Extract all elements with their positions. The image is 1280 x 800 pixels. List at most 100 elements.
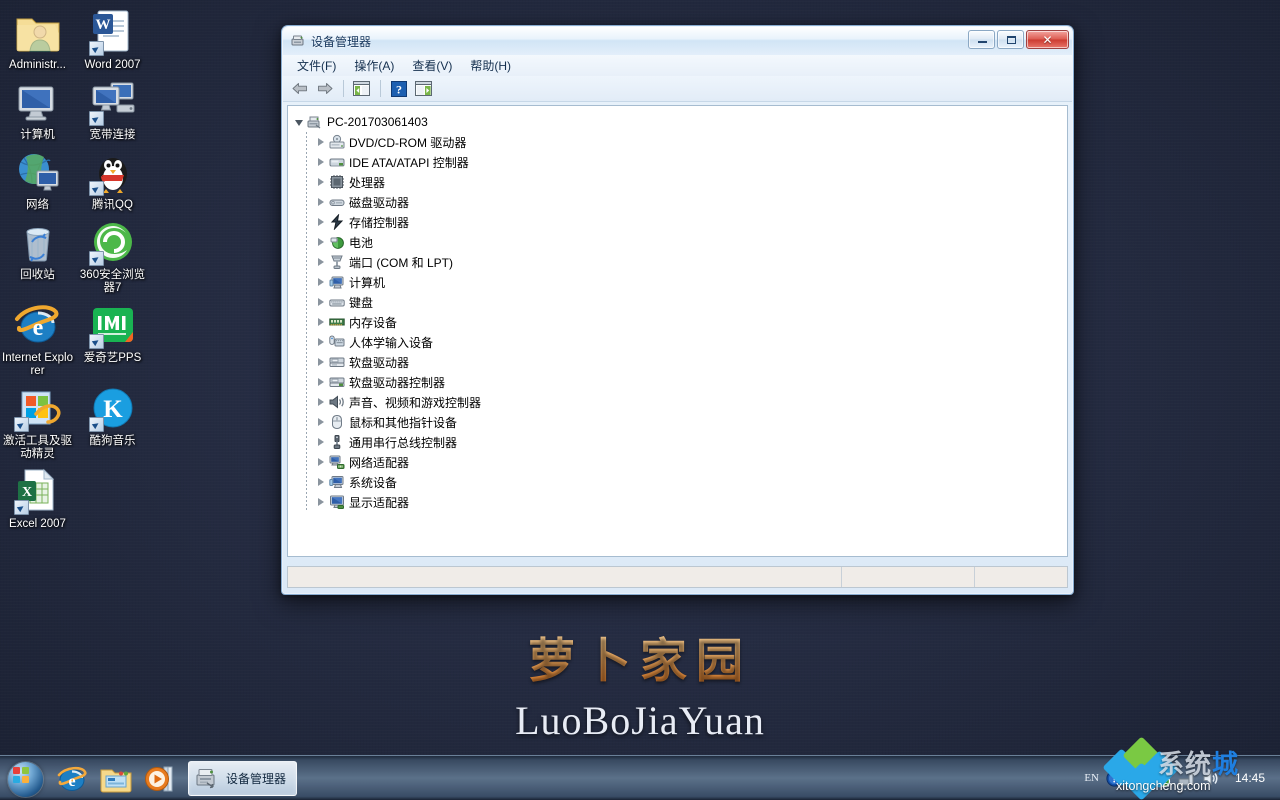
menu-view[interactable]: 查看(V) <box>403 55 461 76</box>
window-titlebar[interactable]: 设备管理器 ✕ <box>283 27 1072 55</box>
device-manager-window[interactable]: 设备管理器 ✕ 文件(F) 操作(A) 查看(V) 帮助(H) ? PC-201… <box>281 25 1074 595</box>
expander-toggle-icon[interactable] <box>316 337 327 348</box>
tree-node[interactable]: 内存设备 <box>294 312 1067 332</box>
desktop-icon-7[interactable]: 回收站 <box>0 214 75 297</box>
volume-tray-icon[interactable] <box>1202 770 1219 787</box>
excel-icon: X <box>13 467 62 515</box>
desktop-icon-10[interactable]: 爱奇艺PPS <box>75 297 150 380</box>
desktop-icon-12[interactable]: K 酷狗音乐 <box>75 380 150 463</box>
device-tree[interactable]: PC-201703061403 DVD/CD-ROM 驱动器 IDE ATA/ATA… <box>288 106 1067 512</box>
desktop-icon-1[interactable]: Administr... <box>0 4 75 74</box>
window-menubar[interactable]: 文件(F) 操作(A) 查看(V) 帮助(H) <box>283 55 1072 76</box>
security-shield-icon[interactable] <box>1154 770 1171 787</box>
network-tray-icon[interactable] <box>1178 770 1195 787</box>
expander-toggle-icon[interactable] <box>316 277 327 288</box>
desktop-icon-5[interactable]: 网络 <box>0 144 75 214</box>
menu-action[interactable]: 操作(A) <box>345 55 403 76</box>
expander-toggle-icon[interactable] <box>316 137 327 148</box>
close-button[interactable]: ✕ <box>1026 30 1069 49</box>
tree-node[interactable]: 存储控制器 <box>294 212 1067 232</box>
menu-help[interactable]: 帮助(H) <box>461 55 520 76</box>
taskbar-ie[interactable]: e <box>50 758 94 799</box>
taskbar-media-player[interactable] <box>138 758 182 799</box>
tree-node[interactable]: 磁盘驱动器 <box>294 192 1067 212</box>
tree-node[interactable]: 人体学输入设备 <box>294 332 1067 352</box>
expander-toggle-icon[interactable] <box>316 397 327 408</box>
tree-node[interactable]: 系统设备 <box>294 472 1067 492</box>
expander-toggle-icon[interactable] <box>316 497 327 508</box>
svg-text:?: ? <box>396 83 402 97</box>
desktop-icon-13[interactable]: X Excel 2007 <box>0 463 75 533</box>
show-hide-console-tree-button[interactable] <box>351 78 373 99</box>
tree-node[interactable]: 显示适配器 <box>294 492 1067 512</box>
expander-toggle-icon[interactable] <box>316 457 327 468</box>
device-manager-icon <box>196 769 215 789</box>
device-tree-panel[interactable]: PC-201703061403 DVD/CD-ROM 驱动器 IDE ATA/ATA… <box>287 105 1068 557</box>
tree-node[interactable]: IDE ATA/ATAPI 控制器 <box>294 152 1067 172</box>
language-indicator[interactable]: EN <box>1084 772 1099 784</box>
tree-node-root[interactable]: PC-201703061403 <box>294 112 1067 132</box>
arrow-right-icon <box>318 83 333 94</box>
forward-button[interactable] <box>314 78 336 99</box>
expander-toggle-icon[interactable] <box>316 477 327 488</box>
maximize-button[interactable] <box>997 30 1024 49</box>
expander-toggle-icon[interactable] <box>316 257 327 268</box>
tree-node[interactable]: 通用串行总线控制器 <box>294 432 1067 452</box>
expander-toggle-icon[interactable] <box>316 297 327 308</box>
tree-node[interactable]: 计算机 <box>294 272 1067 292</box>
desktop-icon-6[interactable]: 腾讯QQ <box>75 144 150 214</box>
system-tray[interactable]: EN ? 14:45 <box>1084 756 1280 800</box>
taskbar[interactable]: e 设备管理器 EN ? 14:45 <box>0 755 1280 800</box>
window-toolbar[interactable]: ? <box>283 76 1072 102</box>
tree-node-label: 电池 <box>349 235 374 250</box>
tree-node[interactable]: DVD/CD-ROM 驱动器 <box>294 132 1067 152</box>
tree-node[interactable]: 端口 (COM 和 LPT) <box>294 252 1067 272</box>
taskbar-explorer[interactable] <box>94 758 138 799</box>
expander-toggle-icon[interactable] <box>294 117 305 128</box>
desktop-icon-grid: Administr... W Word 2007 计算机 宽带连接网络 腾讯QQ 回收站 36… <box>0 4 160 533</box>
desktop-icon-label: 爱奇艺PPS <box>83 352 142 364</box>
desktop-icon-4[interactable]: 宽带连接 <box>75 74 150 144</box>
tree-node[interactable]: 处理器 <box>294 172 1067 192</box>
desktop-icon-label: Internet Explorer <box>2 352 73 377</box>
start-button[interactable] <box>2 758 50 799</box>
tree-node[interactable]: 网络适配器 <box>294 452 1067 472</box>
taskbar-clock[interactable]: 14:45 <box>1226 771 1274 785</box>
tree-node-label: 鼠标和其他指针设备 <box>349 415 458 430</box>
expander-toggle-icon[interactable] <box>316 197 327 208</box>
show-hidden-icons-icon[interactable] <box>1130 770 1147 787</box>
expander-toggle-icon[interactable] <box>316 217 327 228</box>
minimize-button[interactable] <box>968 30 995 49</box>
desktop-icon-11[interactable]: 激活工具及驱动精灵 <box>0 380 75 463</box>
expander-toggle-icon[interactable] <box>316 417 327 428</box>
tree-node[interactable]: 软盘驱动器 <box>294 352 1067 372</box>
taskbar-task-device-manager[interactable]: 设备管理器 <box>188 760 298 796</box>
desktop[interactable]: 萝卜家园 LuoBoJiaYuan Administr... W Word 2007… <box>0 0 1280 800</box>
expander-toggle-icon[interactable] <box>316 317 327 328</box>
hid-input-icon <box>329 334 345 350</box>
desktop-icon-label: 宽带连接 <box>89 129 136 141</box>
tree-node[interactable]: 电池 <box>294 232 1067 252</box>
properties-button[interactable] <box>413 78 435 99</box>
ime-help-icon[interactable]: ? <box>1106 769 1123 787</box>
desktop-icon-2[interactable]: W Word 2007 <box>75 4 150 74</box>
tree-node[interactable]: 键盘 <box>294 292 1067 312</box>
expander-toggle-icon[interactable] <box>316 437 327 448</box>
desktop-icon-8[interactable]: 360安全浏览器7 <box>75 214 150 297</box>
tree-node[interactable]: 软盘驱动器控制器 <box>294 372 1067 392</box>
tree-node[interactable]: 声音、视频和游戏控制器 <box>294 392 1067 412</box>
desktop-icon-9[interactable]: e Internet Explorer <box>0 297 75 380</box>
processor-icon <box>329 174 345 190</box>
back-button[interactable] <box>289 78 311 99</box>
expander-toggle-icon[interactable] <box>316 157 327 168</box>
expander-toggle-icon[interactable] <box>316 357 327 368</box>
shortcut-arrow-icon <box>88 334 104 349</box>
expander-toggle-icon[interactable] <box>316 237 327 248</box>
menu-file[interactable]: 文件(F) <box>288 55 345 76</box>
help-button[interactable]: ? <box>388 78 410 99</box>
tree-node[interactable]: 鼠标和其他指针设备 <box>294 412 1067 432</box>
desktop-icon-3[interactable]: 计算机 <box>0 74 75 144</box>
tree-node-label: DVD/CD-ROM 驱动器 <box>349 135 467 150</box>
expander-toggle-icon[interactable] <box>316 177 327 188</box>
expander-toggle-icon[interactable] <box>316 377 327 388</box>
